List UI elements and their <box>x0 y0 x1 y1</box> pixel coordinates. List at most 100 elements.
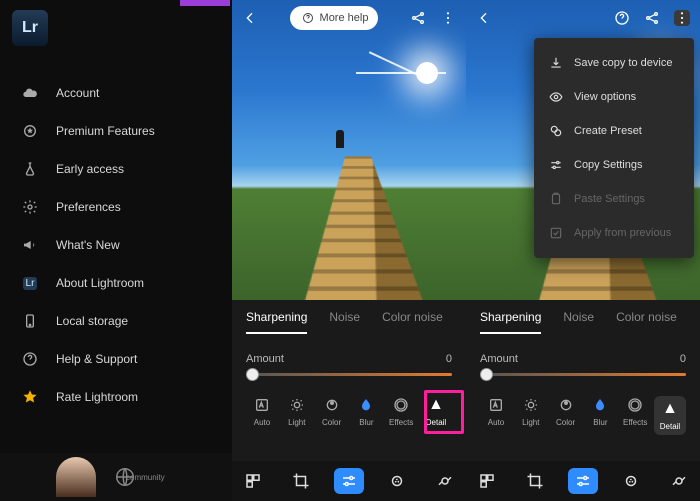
tool-color[interactable]: Color <box>316 396 348 427</box>
effects-icon <box>626 396 644 414</box>
tool-blur[interactable]: Blur <box>350 396 382 427</box>
tool-label: Effects <box>623 418 647 427</box>
menu-label: What's New <box>56 238 120 252</box>
menu-label: Local storage <box>56 314 128 328</box>
color-icon <box>323 396 341 414</box>
share-icon[interactable] <box>410 10 426 26</box>
menu-label: About Lightroom <box>56 276 144 290</box>
blur-icon <box>591 396 609 414</box>
sliders-icon[interactable] <box>334 468 364 494</box>
auto-icon <box>487 396 505 414</box>
detail-tabs: Sharpening Noise Color noise <box>480 310 686 335</box>
help-icon <box>22 351 38 367</box>
lr-badge-icon: Lr <box>22 275 38 291</box>
tool-label: Color <box>322 418 341 427</box>
more-help-chip[interactable]: More help <box>290 6 379 30</box>
auto-icon <box>253 396 271 414</box>
dd-apply-previous: Apply from previous <box>534 216 694 250</box>
tool-label: Auto <box>488 418 504 427</box>
dd-create-preset[interactable]: Create Preset <box>534 114 694 148</box>
back-icon[interactable] <box>476 10 492 26</box>
tool-row: Auto Light Color Blur Effects Detail <box>246 396 452 427</box>
menu-rate[interactable]: Rate Lightroom <box>0 378 232 416</box>
tool-light[interactable]: Light <box>281 396 313 427</box>
editor-panel-dropdown: Save copy to device View options Create … <box>466 0 700 501</box>
mask-icon[interactable] <box>430 468 460 494</box>
menu-whats-new[interactable]: What's New <box>0 226 232 264</box>
share-icon[interactable] <box>644 10 660 26</box>
tool-label: Auto <box>254 418 270 427</box>
menu-label: Account <box>56 86 99 100</box>
tool-auto[interactable]: Auto <box>480 396 512 435</box>
dd-label: Create Preset <box>574 125 642 137</box>
menu-help[interactable]: Help & Support <box>0 340 232 378</box>
star-outline-icon <box>22 123 38 139</box>
controls-area: Sharpening Noise Color noise Amount 0 Au… <box>232 300 466 461</box>
eye-icon <box>548 89 564 105</box>
menu-early-access[interactable]: Early access <box>0 150 232 188</box>
tool-blur[interactable]: Blur <box>584 396 616 435</box>
menu-about[interactable]: Lr About Lightroom <box>0 264 232 302</box>
accent-bar <box>180 0 230 6</box>
slider-thumb[interactable] <box>480 368 493 381</box>
community-label: community <box>126 473 165 482</box>
menu-label: Preferences <box>56 200 121 214</box>
tab-sharpening[interactable]: Sharpening <box>246 310 307 334</box>
amount-slider: Amount 0 <box>480 353 686 376</box>
mask-icon[interactable] <box>664 468 694 494</box>
detail-tabs: Sharpening Noise Color noise <box>246 310 452 335</box>
dd-label: Save copy to device <box>574 57 672 69</box>
menu-local-storage[interactable]: Local storage <box>0 302 232 340</box>
tool-detail[interactable]: Detail <box>654 396 686 435</box>
bottom-toolbar <box>232 461 466 501</box>
tool-label: Color <box>556 418 575 427</box>
tab-color-noise[interactable]: Color noise <box>616 310 677 334</box>
megaphone-icon <box>22 237 38 253</box>
presets-icon[interactable] <box>238 468 268 494</box>
more-icon[interactable] <box>674 10 690 26</box>
tool-row: Auto Light Color Blur Effects Detail <box>480 396 686 435</box>
menu-account[interactable]: Account <box>0 74 232 112</box>
menu-label: Premium Features <box>56 124 155 138</box>
sliders-icon[interactable] <box>568 468 598 494</box>
dd-copy-settings[interactable]: Copy Settings <box>534 148 694 182</box>
tab-noise[interactable]: Noise <box>329 310 360 334</box>
menu-label: Early access <box>56 162 124 176</box>
tool-effects[interactable]: Effects <box>619 396 651 435</box>
slider-label-text: Amount <box>246 353 284 365</box>
avatar[interactable] <box>56 457 96 497</box>
slider-track[interactable] <box>480 373 686 376</box>
heal-icon[interactable] <box>382 468 412 494</box>
slider-track[interactable] <box>246 373 452 376</box>
menu-preferences[interactable]: Preferences <box>0 188 232 226</box>
tool-color[interactable]: Color <box>550 396 582 435</box>
dd-label: Apply from previous <box>574 227 671 239</box>
dd-save-copy[interactable]: Save copy to device <box>534 46 694 80</box>
more-icon[interactable] <box>440 10 456 26</box>
slider-thumb[interactable] <box>246 368 259 381</box>
back-icon[interactable] <box>242 10 258 26</box>
slider-label-text: Amount <box>480 353 518 365</box>
download-icon <box>548 55 564 71</box>
apply-icon <box>548 225 564 241</box>
tab-color-noise[interactable]: Color noise <box>382 310 443 334</box>
dd-view-options[interactable]: View options <box>534 80 694 114</box>
menu-label: Rate Lightroom <box>56 390 138 404</box>
preset-icon <box>548 123 564 139</box>
tool-auto[interactable]: Auto <box>246 396 278 427</box>
tab-noise[interactable]: Noise <box>563 310 594 334</box>
tool-effects[interactable]: Effects <box>385 396 417 427</box>
editor-panel-highlighted: More help Sharpening Noise Color noise A… <box>232 0 466 501</box>
tab-sharpening[interactable]: Sharpening <box>480 310 541 334</box>
menu-premium[interactable]: Premium Features <box>0 112 232 150</box>
crop-icon[interactable] <box>286 468 316 494</box>
crop-icon[interactable] <box>520 468 550 494</box>
help-icon[interactable] <box>614 10 630 26</box>
heal-icon[interactable] <box>616 468 646 494</box>
presets-icon[interactable] <box>472 468 502 494</box>
footer: community <box>0 453 232 501</box>
dd-label: Copy Settings <box>574 159 642 171</box>
tool-light[interactable]: Light <box>515 396 547 435</box>
paste-icon <box>548 191 564 207</box>
photo-preview[interactable]: More help <box>232 0 466 300</box>
